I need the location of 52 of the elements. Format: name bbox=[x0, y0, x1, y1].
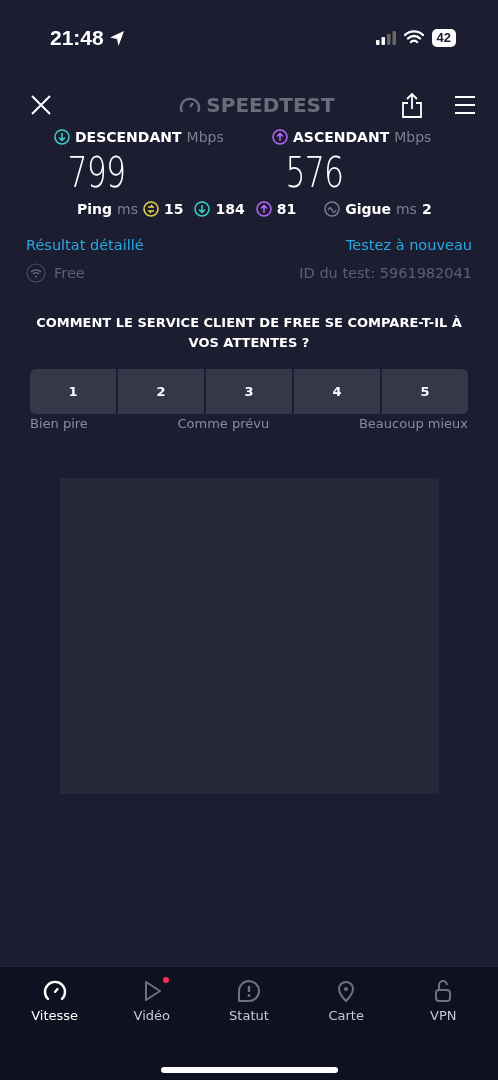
detailed-result-link[interactable]: Résultat détaillé bbox=[26, 237, 144, 253]
tab-item[interactable]: Statut bbox=[208, 979, 289, 1044]
rating-option[interactable]: 5 bbox=[382, 369, 468, 414]
signal-icon bbox=[375, 30, 396, 45]
gauge-icon bbox=[42, 979, 67, 1003]
jitter-label: Gigue bbox=[345, 201, 391, 217]
unit-label: Mbps bbox=[186, 129, 224, 145]
tab-item[interactable]: Vitesse bbox=[14, 979, 95, 1044]
rating-option[interactable]: 2 bbox=[118, 369, 204, 414]
rating-option[interactable]: 3 bbox=[206, 369, 292, 414]
tab-label: Vitesse bbox=[31, 1008, 78, 1023]
tab-label: Carte bbox=[328, 1008, 364, 1023]
tab-label: Vidéo bbox=[133, 1008, 170, 1023]
speed-label: ASCENDANT bbox=[293, 129, 390, 145]
wifi-icon bbox=[403, 30, 424, 45]
scale-label: Comme prévu bbox=[177, 416, 270, 431]
speed-value: 799 bbox=[66, 147, 127, 199]
tab-label: Statut bbox=[229, 1008, 269, 1023]
ping-label: Ping bbox=[77, 201, 113, 217]
scale-label: Beaucoup mieux bbox=[358, 416, 468, 431]
idle-latency-icon bbox=[143, 201, 159, 217]
close-icon[interactable] bbox=[30, 94, 52, 116]
unit-label: Mbps bbox=[394, 129, 432, 145]
ping-value: 184 bbox=[215, 201, 245, 217]
wifi-icon bbox=[26, 263, 46, 283]
unit-label: ms bbox=[396, 201, 417, 217]
provider-name: Free bbox=[54, 265, 85, 281]
jitter-value: 2 bbox=[421, 201, 432, 217]
speed-label: DESCENDANT bbox=[75, 129, 182, 145]
tab-label: VPN bbox=[430, 1008, 457, 1023]
speed-value: 576 bbox=[284, 147, 345, 199]
scale-label: Bien pire bbox=[30, 416, 88, 431]
gauge-icon bbox=[179, 95, 202, 115]
tab-item[interactable]: Vidéo bbox=[111, 979, 192, 1044]
alert-icon bbox=[236, 979, 261, 1003]
retest-link[interactable]: Testez à nouveau bbox=[345, 237, 472, 253]
rating-option[interactable]: 1 bbox=[30, 369, 116, 414]
test-id: ID du test: 5961982041 bbox=[299, 265, 472, 281]
location-arrow-icon bbox=[107, 28, 126, 47]
jitter-icon bbox=[324, 201, 341, 217]
rating-option[interactable]: 4 bbox=[294, 369, 380, 414]
ping-value: 15 bbox=[164, 201, 184, 217]
ping-value: 81 bbox=[276, 201, 297, 217]
unit-label: ms bbox=[117, 201, 138, 217]
survey-question: COMMENT LE SERVICE CLIENT DE FREE SE COMPARE-T-IL À VOS ATTENTES ? bbox=[35, 314, 463, 352]
app-logo: SPEEDTEST bbox=[206, 93, 335, 117]
share-icon[interactable] bbox=[402, 92, 422, 118]
tab-item[interactable]: VPN bbox=[403, 979, 484, 1044]
tab-item[interactable]: Carte bbox=[306, 979, 387, 1044]
battery-level: 42 bbox=[431, 28, 456, 47]
clock-time: 21:48 bbox=[50, 25, 104, 50]
menu-icon[interactable] bbox=[454, 95, 476, 115]
